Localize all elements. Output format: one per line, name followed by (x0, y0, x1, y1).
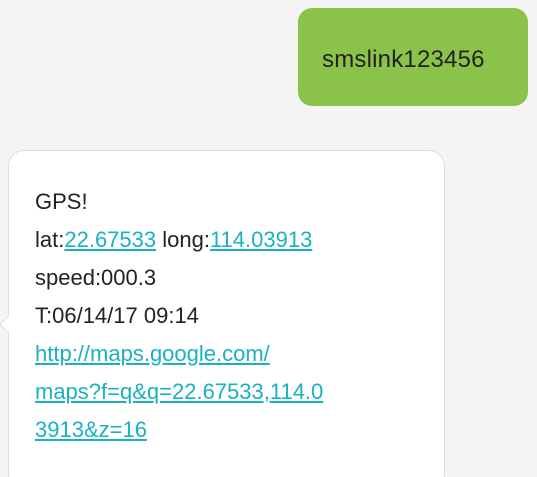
bubble-tail (0, 315, 18, 334)
maps-link[interactable]: http://maps.google.com/ maps?f=q&q=22.67… (35, 335, 435, 449)
speed-line: speed:000.3 (35, 265, 157, 290)
lat-link[interactable]: 22.67533 (64, 227, 156, 252)
outgoing-message-text: smslink123456 (322, 46, 485, 73)
long-label: long: (156, 227, 210, 252)
coordinates-line: lat:22.67533 long:114.03913 (35, 221, 435, 259)
long-link[interactable]: 114.03913 (210, 227, 312, 252)
maps-link-line-3[interactable]: 3913&z=16 (35, 411, 435, 449)
incoming-message-body: GPS! lat:22.67533 long:114.03913 speed:0… (35, 183, 435, 449)
sms-conversation-view: smslink123456 GPS! lat:22.67533 long:114… (0, 0, 537, 477)
outgoing-message-bubble[interactable]: smslink123456 (298, 8, 528, 106)
maps-link-line-1[interactable]: http://maps.google.com/ (35, 335, 435, 373)
lat-label: lat: (35, 227, 65, 252)
message-title: GPS! (35, 189, 88, 214)
incoming-message-bubble[interactable]: GPS! lat:22.67533 long:114.03913 speed:0… (0, 150, 445, 477)
maps-link-line-2[interactable]: maps?f=q&q=22.67533,114.0 (35, 373, 435, 411)
time-line: T:06/14/17 09:14 (35, 303, 199, 328)
